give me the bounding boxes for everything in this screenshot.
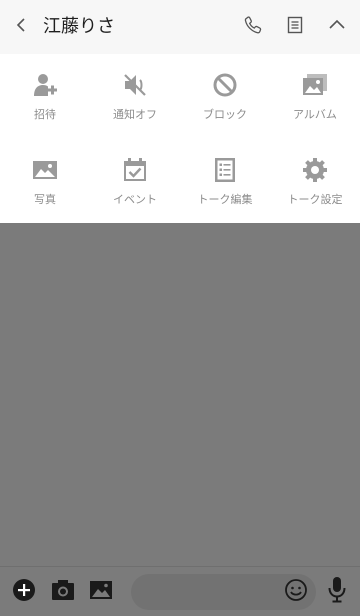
menu-item-label: 写真	[34, 193, 56, 206]
note-icon	[285, 15, 305, 39]
emoji-button[interactable]	[284, 578, 308, 606]
back-icon	[14, 17, 30, 37]
chat-message-area	[0, 223, 360, 566]
menu-item-event[interactable]: イベント	[90, 155, 180, 215]
menu-item-chat-settings[interactable]: トーク設定	[270, 155, 360, 215]
collapse-menu-button[interactable]	[323, 13, 351, 41]
menu-item-label: アルバム	[293, 108, 337, 121]
menu-item-label: トーク設定	[287, 193, 343, 206]
photo-icon	[30, 155, 60, 185]
notification-off-icon	[120, 70, 150, 100]
camera-icon	[51, 579, 75, 605]
menu-item-label: 通知オフ	[113, 108, 157, 121]
chat-header: 江藤りさ	[0, 0, 360, 54]
menu-item-label: トーク編集	[197, 193, 253, 206]
album-icon	[300, 70, 330, 100]
voice-button[interactable]	[324, 576, 350, 608]
chevron-up-icon	[327, 15, 347, 39]
menu-item-label: ブロック	[203, 108, 247, 121]
menu-item-block[interactable]: ブロック	[180, 70, 270, 130]
invite-icon	[30, 70, 60, 100]
microphone-icon	[327, 576, 347, 608]
phone-icon	[242, 14, 264, 40]
image-button[interactable]	[88, 579, 114, 605]
menu-item-label: 招待	[34, 108, 56, 121]
menu-item-edit-chat[interactable]: トーク編集	[180, 155, 270, 215]
menu-item-notification-off[interactable]: 通知オフ	[90, 70, 180, 130]
chat-settings-icon	[300, 155, 330, 185]
call-button[interactable]	[239, 13, 267, 41]
add-icon	[12, 578, 36, 606]
menu-item-label: イベント	[113, 193, 157, 206]
menu-item-invite[interactable]: 招待	[0, 70, 90, 130]
edit-chat-icon	[210, 155, 240, 185]
event-icon	[120, 155, 150, 185]
chat-screen: 江藤りさ 招待 通知オフ ブロック アルバム 写真 イベント トーク編集 トーク…	[0, 0, 360, 616]
emoji-icon	[284, 578, 308, 606]
add-button[interactable]	[11, 579, 37, 605]
menu-item-photo[interactable]: 写真	[0, 155, 90, 215]
back-button[interactable]	[8, 13, 36, 41]
chat-title: 江藤りさ	[43, 16, 115, 37]
note-button[interactable]	[281, 13, 309, 41]
camera-button[interactable]	[50, 579, 76, 605]
chat-menu-panel: 招待 通知オフ ブロック アルバム 写真 イベント トーク編集 トーク設定	[0, 54, 360, 223]
message-composer	[0, 566, 360, 616]
block-icon	[210, 70, 240, 100]
menu-item-album[interactable]: アルバム	[270, 70, 360, 130]
image-icon	[89, 580, 113, 604]
